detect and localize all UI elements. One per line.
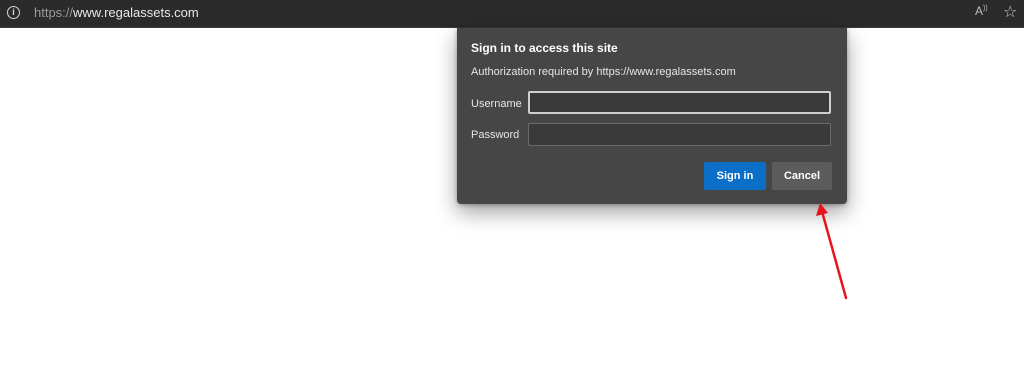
dialog-title: Sign in to access this site <box>471 41 618 55</box>
sign-in-button[interactable]: Sign in <box>704 162 766 190</box>
url-field[interactable]: https://www.regalassets.com <box>34 5 199 20</box>
cancel-button[interactable]: Cancel <box>772 162 832 190</box>
username-label: Username <box>471 98 522 110</box>
info-icon[interactable]: i <box>7 6 20 19</box>
read-aloud-glyph: A <box>975 4 984 18</box>
username-input[interactable] <box>528 91 831 114</box>
arrow-shaft <box>821 213 848 300</box>
sign-in-dialog: Sign in to access this site Authorizatio… <box>457 28 847 204</box>
url-host: www.regalassets.com <box>73 5 199 20</box>
arrow-head <box>816 203 828 216</box>
read-aloud-waves: )) <box>983 5 988 12</box>
read-aloud-icon[interactable]: A)) <box>975 4 988 18</box>
url-scheme: https:// <box>34 5 74 20</box>
password-label: Password <box>471 129 520 141</box>
dialog-subtitle: Authorization required by https://www.re… <box>471 66 736 78</box>
add-favorite-icon[interactable]: ☆ <box>1003 2 1017 22</box>
password-input[interactable] <box>528 123 831 146</box>
address-bar: i https://www.regalassets.com A)) ☆ <box>0 0 1024 28</box>
